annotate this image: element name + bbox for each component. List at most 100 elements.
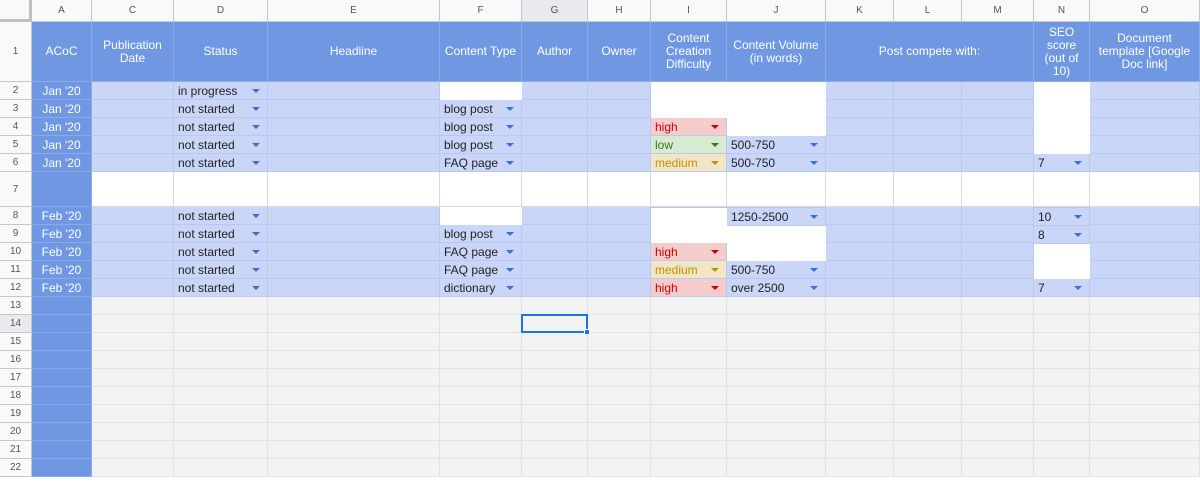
compete-cell[interactable]	[826, 225, 894, 243]
publication-date-cell[interactable]	[92, 118, 174, 136]
empty-cell[interactable]	[522, 297, 588, 315]
author-cell[interactable]	[522, 243, 588, 261]
empty-cell[interactable]	[588, 351, 651, 369]
author-cell[interactable]	[522, 154, 588, 172]
compete-cell[interactable]	[894, 243, 962, 261]
empty-cell[interactable]	[440, 369, 522, 387]
empty-cell[interactable]	[962, 351, 1034, 369]
empty-cell[interactable]	[440, 459, 522, 477]
empty-cell[interactable]	[440, 333, 522, 351]
empty-cell[interactable]	[1034, 369, 1090, 387]
publication-date-cell[interactable]	[92, 243, 174, 261]
empty-cell[interactable]	[727, 387, 826, 405]
compete-cell[interactable]	[826, 136, 894, 154]
compete-cell[interactable]	[826, 261, 894, 279]
status-dropdown[interactable]: not started	[174, 100, 268, 118]
status-dropdown[interactable]: not started	[174, 279, 268, 297]
empty-cell[interactable]	[826, 369, 894, 387]
empty-cell[interactable]	[268, 423, 440, 441]
row-number[interactable]: 9	[0, 225, 32, 243]
acoc-cell[interactable]	[32, 405, 92, 423]
column-header-m[interactable]: M	[962, 0, 1034, 22]
owner-cell[interactable]	[588, 279, 651, 297]
empty-cell[interactable]	[174, 333, 268, 351]
owner-header[interactable]: Owner	[588, 22, 651, 82]
owner-cell[interactable]	[588, 82, 651, 100]
compete-cell[interactable]	[894, 225, 962, 243]
headline-cell[interactable]	[268, 207, 440, 225]
empty-cell[interactable]	[522, 172, 588, 207]
empty-cell[interactable]	[651, 315, 727, 333]
empty-cell[interactable]	[1090, 441, 1200, 459]
empty-cell[interactable]	[268, 333, 440, 351]
empty-cell[interactable]	[1090, 387, 1200, 405]
empty-cell[interactable]	[1090, 423, 1200, 441]
compete-cell[interactable]	[962, 243, 1034, 261]
empty-cell[interactable]	[174, 387, 268, 405]
row-number[interactable]: 11	[0, 261, 32, 279]
empty-cell[interactable]	[962, 297, 1034, 315]
status-dropdown[interactable]: not started	[174, 154, 268, 172]
empty-cell[interactable]	[962, 333, 1034, 351]
empty-cell[interactable]	[588, 423, 651, 441]
row-number[interactable]: 18	[0, 387, 32, 405]
spreadsheet-grid[interactable]: A C D E F G H I J K L M N O 1 ACoC Publication Date Statu…	[0, 0, 1200, 482]
row-number[interactable]: 10	[0, 243, 32, 261]
document-template-cell[interactable]	[1090, 100, 1200, 118]
compete-cell[interactable]	[826, 154, 894, 172]
headline-cell[interactable]	[268, 243, 440, 261]
row-number[interactable]: 3	[0, 100, 32, 118]
dropdown-arrow-icon[interactable]	[252, 249, 260, 254]
document-template-cell[interactable]	[1090, 118, 1200, 136]
empty-cell[interactable]	[440, 423, 522, 441]
empty-cell[interactable]	[440, 297, 522, 315]
acoc-cell[interactable]: Feb '20	[32, 207, 92, 225]
empty-cell[interactable]	[962, 172, 1034, 207]
empty-cell[interactable]	[174, 297, 268, 315]
headline-cell[interactable]	[268, 225, 440, 243]
empty-cell[interactable]	[826, 297, 894, 315]
empty-cell[interactable]	[826, 333, 894, 351]
document-template-cell[interactable]	[1090, 279, 1200, 297]
empty-cell[interactable]	[727, 369, 826, 387]
document-template-header[interactable]: Document template [Google Doc link]	[1090, 22, 1200, 82]
row-number[interactable]: 1	[0, 22, 32, 82]
publication-date-header[interactable]: Publication Date	[92, 22, 174, 82]
compete-cell[interactable]	[894, 261, 962, 279]
row-number[interactable]: 7	[0, 172, 32, 207]
owner-cell[interactable]	[588, 243, 651, 261]
empty-cell[interactable]	[962, 441, 1034, 459]
headline-cell[interactable]	[268, 261, 440, 279]
seo-score-header[interactable]: SEO score (out of 10)	[1034, 22, 1090, 82]
document-template-cell[interactable]	[1090, 136, 1200, 154]
empty-cell[interactable]	[826, 387, 894, 405]
compete-cell[interactable]	[962, 279, 1034, 297]
owner-cell[interactable]	[588, 207, 651, 225]
acoc-cell[interactable]: Jan '20	[32, 154, 92, 172]
row-number[interactable]: 16	[0, 351, 32, 369]
column-header-f[interactable]: F	[440, 0, 522, 22]
empty-cell[interactable]	[268, 172, 440, 207]
empty-cell[interactable]	[894, 423, 962, 441]
empty-cell[interactable]	[894, 333, 962, 351]
owner-cell[interactable]	[588, 154, 651, 172]
compete-cell[interactable]	[962, 261, 1034, 279]
empty-cell[interactable]	[1090, 459, 1200, 477]
empty-cell[interactable]	[1034, 459, 1090, 477]
owner-cell[interactable]	[588, 261, 651, 279]
dropdown-arrow-icon[interactable]	[252, 88, 260, 93]
empty-cell[interactable]	[588, 387, 651, 405]
compete-cell[interactable]	[962, 100, 1034, 118]
compete-cell[interactable]	[962, 154, 1034, 172]
author-cell[interactable]	[522, 279, 588, 297]
column-header-o[interactable]: O	[1090, 0, 1200, 22]
empty-cell[interactable]	[1034, 441, 1090, 459]
column-header-a[interactable]: A	[32, 0, 92, 22]
acoc-cell[interactable]: Jan '20	[32, 82, 92, 100]
empty-cell[interactable]	[522, 387, 588, 405]
empty-cell[interactable]	[268, 387, 440, 405]
row-number[interactable]: 8	[0, 207, 32, 225]
compete-cell[interactable]	[826, 207, 894, 225]
headline-cell[interactable]	[268, 279, 440, 297]
empty-cell[interactable]	[651, 333, 727, 351]
